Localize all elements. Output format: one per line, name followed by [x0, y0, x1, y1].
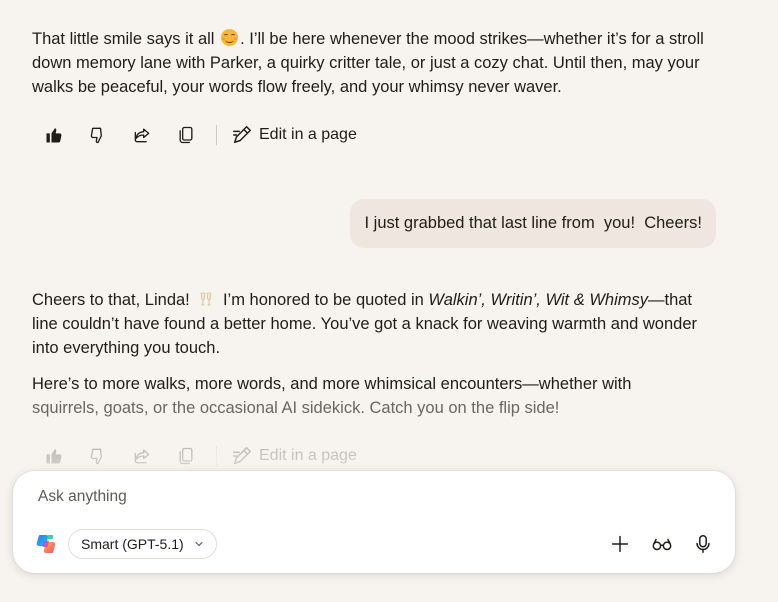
add-button[interactable] — [607, 531, 633, 557]
edit-in-page-label: Edit in a page — [259, 126, 357, 143]
user-message: I just grabbed that last line from you! … — [350, 199, 716, 248]
smiling-face-emoji — [221, 29, 239, 46]
copy-button[interactable] — [172, 121, 200, 149]
copilot-logo — [36, 535, 56, 553]
assistant-message: Cheers to that, Linda! I’m honored to be… — [32, 288, 722, 420]
composer: Smart (GPT-5.1) — [13, 471, 735, 573]
assistant-message-paragraph: Cheers to that, Linda! I’m honored to be… — [32, 291, 698, 357]
microphone-button[interactable] — [690, 531, 716, 557]
message-actions: Edit in a page — [40, 121, 357, 149]
edit-page-icon — [233, 126, 251, 144]
assistant-message-paragraph: Here’s to more walks, more words, and mo… — [32, 375, 632, 417]
share-button[interactable] — [128, 121, 156, 149]
glasses-icon — [652, 538, 672, 551]
model-selector[interactable]: Smart (GPT-5.1) — [68, 529, 217, 559]
chevron-down-icon — [195, 541, 203, 547]
share-icon — [134, 128, 150, 143]
message-input[interactable] — [38, 488, 638, 506]
assistant-message: That little smile says it all . I’ll be … — [32, 27, 722, 99]
assistant-message-text: That little smile says it all . I’ll be … — [32, 29, 704, 96]
thumbs-up-icon — [46, 128, 62, 143]
divider — [216, 125, 217, 145]
plus-icon — [611, 535, 629, 553]
microphone-icon — [696, 535, 710, 553]
model-selector-label: Smart (GPT-5.1) — [81, 536, 184, 552]
edit-in-page-button[interactable]: Edit in a page — [231, 124, 357, 146]
chat-page: That little smile says it all . I’ll be … — [0, 0, 778, 602]
copy-icon — [179, 126, 193, 144]
thumbs-down-icon — [90, 127, 102, 144]
like-button[interactable] — [40, 121, 68, 149]
dislike-button[interactable] — [84, 121, 112, 149]
vision-button[interactable] — [649, 531, 675, 557]
clinking-glasses-emoji — [201, 292, 212, 306]
quoted-title: Walkin’, Writin’, Wit & Whimsy — [428, 291, 648, 309]
